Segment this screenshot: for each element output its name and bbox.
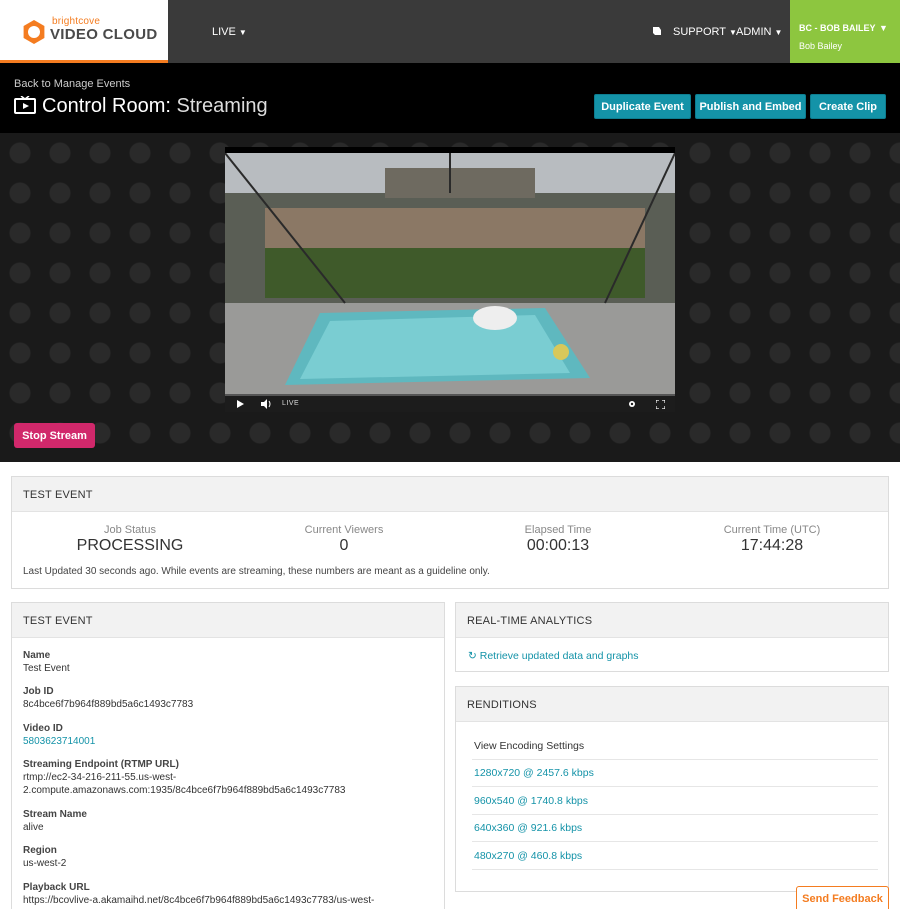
renditions-panel-title: RENDITIONS — [456, 687, 888, 722]
duplicate-event-button[interactable]: Duplicate Event — [594, 94, 691, 119]
event-status-panel-title: TEST EVENT — [12, 477, 888, 512]
stat-current-viewers: Current Viewers 0 — [254, 524, 434, 555]
chevron-down-icon: ▼ — [238, 28, 247, 37]
field-stream-name: Stream Name alive — [23, 808, 443, 834]
field-label: Name — [23, 650, 51, 661]
nav-admin-menu[interactable]: ADMIN ▼ — [736, 26, 782, 38]
volume-icon[interactable] — [261, 399, 272, 409]
renditions-panel: RENDITIONS View Encoding Settings 1280x7… — [455, 686, 889, 892]
stat-label: Job Status — [104, 524, 156, 536]
field-label: Job ID — [23, 686, 54, 697]
player-control-bar: LIVE — [225, 394, 675, 412]
page-title-sub: Streaming — [176, 95, 268, 117]
event-status-panel: TEST EVENT Job Status PROCESSING Current… — [11, 476, 889, 589]
field-value-cont: 2.compute.amazonaws.com:1935/8c4bce6f7b9… — [23, 785, 346, 796]
field-name: Name Test Event — [23, 649, 443, 675]
user-account-name: BC - BOB BAILEY — [799, 23, 876, 33]
player-section: LIVE Stop Stream — [0, 133, 900, 462]
field-streaming-endpoint: Streaming Endpoint (RTMP URL) rtmp://ec2… — [23, 758, 443, 797]
field-value: us-west-2 — [23, 858, 67, 869]
page-title-main: Control Room: — [42, 95, 171, 117]
field-value: alive — [23, 822, 44, 833]
field-label: Playback URL — [23, 882, 90, 893]
rendition-item[interactable]: 1280x720 @ 2457.6 kbps — [472, 760, 878, 787]
nav-live-menu[interactable]: LIVE ▼ — [212, 26, 247, 38]
retrieve-data-link[interactable]: ↻ Retrieve updated data and graphs — [468, 650, 639, 662]
stop-stream-button[interactable]: Stop Stream — [14, 423, 95, 448]
real-time-analytics-panel: REAL-TIME ANALYTICS ↻ Retrieve updated d… — [455, 602, 889, 672]
user-display-name: Bob Bailey — [799, 41, 843, 51]
event-details-panel: TEST EVENT Name Test Event Job ID 8c4bce… — [11, 602, 445, 909]
chevron-down-icon: ▼ — [879, 23, 888, 33]
field-value: rtmp://ec2-34-216-211-55.us-west- — [23, 772, 177, 783]
stat-value: PROCESSING — [76, 537, 184, 554]
retrieve-data-label: Retrieve updated data and graphs — [479, 650, 639, 662]
stat-value: 0 — [339, 537, 349, 554]
stat-label: Current Viewers — [304, 524, 384, 536]
stat-value: 17:44:28 — [740, 537, 804, 554]
field-label: Stream Name — [23, 809, 87, 820]
play-icon[interactable] — [236, 400, 244, 408]
user-account-menu[interactable]: BC - BOB BAILEY ▼ Bob Bailey — [790, 0, 900, 63]
video-id-link[interactable]: 5803623714001 — [23, 735, 443, 748]
page-title: Control Room: Streaming — [42, 95, 268, 118]
stat-elapsed-time: Elapsed Time 00:00:13 — [468, 524, 648, 555]
stat-value: 00:00:13 — [526, 537, 590, 554]
rendition-item[interactable]: 960x540 @ 1740.8 kbps — [472, 788, 878, 815]
logo-main-text: VIDEO CLOUD — [50, 26, 158, 43]
publish-and-embed-button[interactable]: Publish and Embed — [695, 94, 806, 119]
field-value: 8c4bce6f7b964f889bd5a6c1493c7783 — [23, 699, 194, 710]
stat-current-time: Current Time (UTC) 17:44:28 — [682, 524, 862, 555]
field-value: Test Event — [23, 663, 70, 674]
top-navigation-bar: brightcove VIDEO CLOUD LIVE ▼ SUPPORT ▼ AD… — [0, 0, 900, 63]
page-header: Back to Manage Events Control Room: Stre… — [0, 63, 900, 133]
rendition-item[interactable]: 480x270 @ 460.8 kbps — [472, 843, 878, 870]
analytics-panel-title: REAL-TIME ANALYTICS — [456, 603, 888, 638]
view-encoding-settings[interactable]: View Encoding Settings — [472, 733, 878, 760]
field-region: Region us-west-2 — [23, 844, 443, 870]
tv-icon — [14, 96, 36, 114]
refresh-icon: ↻ — [468, 650, 477, 662]
back-to-manage-events-link[interactable]: Back to Manage Events — [14, 78, 130, 90]
stat-job-status: Job Status PROCESSING — [40, 524, 220, 555]
send-feedback-button[interactable]: Send Feedback — [796, 886, 889, 909]
nav-support-label: SUPPORT — [673, 26, 726, 38]
video-frame — [225, 153, 675, 394]
field-job-id: Job ID 8c4bce6f7b964f889bd5a6c1493c7783 — [23, 685, 443, 711]
field-playback-url: Playback URL https://bcovlive-a.akamaihd… — [23, 881, 443, 907]
brightcove-logo[interactable]: brightcove VIDEO CLOUD — [0, 0, 168, 63]
field-video-id: Video ID 5803623714001 — [23, 722, 443, 748]
event-details-panel-title: TEST EVENT — [12, 603, 444, 638]
rendition-item[interactable]: 640x360 @ 921.6 kbps — [472, 815, 878, 842]
settings-gear-icon[interactable] — [628, 400, 636, 408]
notification-icon[interactable] — [651, 25, 663, 37]
chevron-down-icon: ▼ — [774, 28, 783, 37]
field-label: Streaming Endpoint (RTMP URL) — [23, 759, 179, 770]
fullscreen-icon[interactable] — [656, 400, 665, 409]
last-updated-note: Last Updated 30 seconds ago. While event… — [23, 566, 490, 577]
live-indicator: LIVE — [282, 400, 300, 407]
logo-ring-icon — [23, 20, 45, 44]
video-player[interactable]: LIVE — [225, 147, 675, 412]
stat-label: Current Time (UTC) — [723, 524, 821, 536]
create-clip-button[interactable]: Create Clip — [810, 94, 886, 119]
nav-support-menu[interactable]: SUPPORT ▼ — [673, 26, 737, 38]
stat-label: Elapsed Time — [524, 524, 592, 536]
field-label: Region — [23, 845, 57, 856]
nav-admin-label: ADMIN — [736, 26, 772, 38]
field-label: Video ID — [23, 723, 63, 734]
field-value: https://bcovlive-a.akamaihd.net/8c4bce6f… — [23, 895, 375, 906]
nav-live-label: LIVE — [212, 26, 236, 38]
